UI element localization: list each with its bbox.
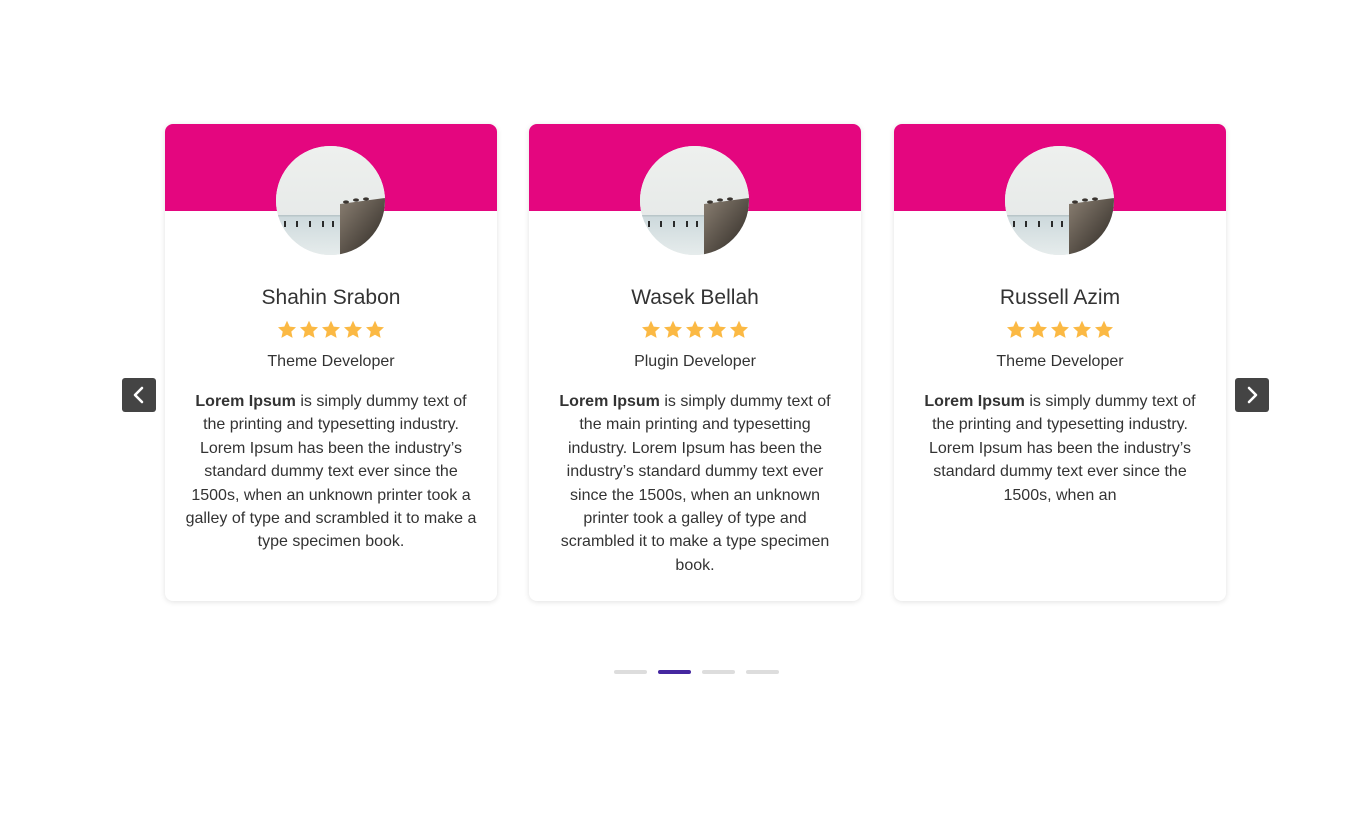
testimonial-text: Lorem Ipsum is simply dummy text of the …	[914, 390, 1206, 507]
testimonial-card: Russell Azim Theme Developer Lorem Ipsum…	[894, 124, 1226, 601]
testimonial-text: Lorem Ipsum is simply dummy text of the …	[185, 390, 477, 554]
star-rating	[894, 319, 1226, 341]
star-rating	[165, 319, 497, 341]
star-icon	[640, 319, 662, 341]
star-icon	[342, 319, 364, 341]
pagination-dot[interactable]	[614, 670, 647, 674]
chevron-right-icon	[1247, 386, 1258, 404]
person-role: Theme Developer	[267, 353, 395, 370]
star-icon	[728, 319, 750, 341]
testimonial-bold: Lorem Ipsum	[924, 393, 1025, 410]
star-icon	[1071, 319, 1093, 341]
star-icon	[684, 319, 706, 341]
star-icon	[364, 319, 386, 341]
person-name: Shahin Srabon	[261, 286, 401, 309]
testimonial-bold: Lorem Ipsum	[195, 393, 296, 410]
star-icon	[298, 319, 320, 341]
pagination-dot-active[interactable]	[658, 670, 691, 674]
star-icon	[1005, 319, 1027, 341]
avatar	[276, 146, 385, 255]
star-icon	[320, 319, 342, 341]
avatar	[640, 146, 749, 255]
pagination-dot[interactable]	[702, 670, 735, 674]
person-role: Plugin Developer	[634, 353, 756, 370]
star-rating	[529, 319, 861, 341]
testimonial-text: Lorem Ipsum is simply dummy text of the …	[549, 390, 841, 577]
star-icon	[706, 319, 728, 341]
star-icon	[1093, 319, 1115, 341]
testimonial-body: is simply dummy text of the main printin…	[560, 393, 831, 574]
pagination	[614, 670, 779, 674]
star-icon	[1027, 319, 1049, 341]
avatar	[1005, 146, 1114, 255]
testimonial-bold: Lorem Ipsum	[559, 393, 660, 410]
testimonial-card: Shahin Srabon Theme Developer Lorem Ipsu…	[165, 124, 497, 601]
next-button[interactable]	[1235, 378, 1269, 412]
testimonial-slider: Shahin Srabon Theme Developer Lorem Ipsu…	[0, 0, 1372, 821]
pagination-dot[interactable]	[746, 670, 779, 674]
prev-button[interactable]	[122, 378, 156, 412]
star-icon	[662, 319, 684, 341]
testimonial-card: Wasek Bellah Plugin Developer Lorem Ipsu…	[529, 124, 861, 601]
person-name: Wasek Bellah	[631, 286, 759, 309]
person-role: Theme Developer	[996, 353, 1124, 370]
testimonial-body: is simply dummy text of the printing and…	[185, 393, 477, 551]
person-name: Russell Azim	[999, 286, 1121, 309]
chevron-left-icon	[133, 386, 144, 404]
star-icon	[1049, 319, 1071, 341]
star-icon	[276, 319, 298, 341]
